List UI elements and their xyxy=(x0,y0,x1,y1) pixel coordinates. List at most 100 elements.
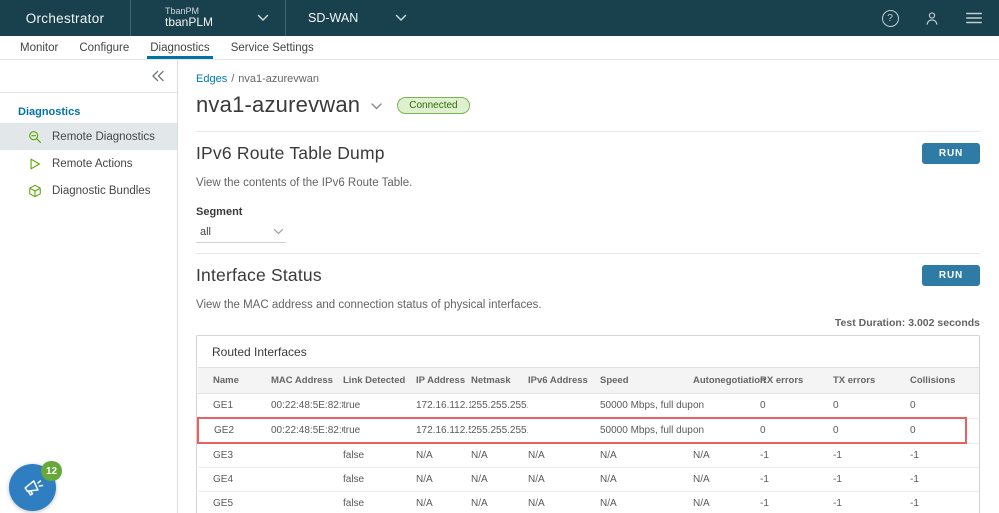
product-name: Orchestrator xyxy=(25,10,105,26)
segment-select-value: all xyxy=(200,226,212,238)
table-header-row: Name MAC Address Link Detected IP Address Ne… xyxy=(198,367,979,394)
tab-service-settings[interactable]: Service Settings xyxy=(231,36,314,59)
cell: N/A xyxy=(693,467,760,492)
cell: GE3 xyxy=(198,443,271,468)
collapse-sidebar-icon[interactable] xyxy=(151,70,165,82)
cell: 172.16.112.132 xyxy=(416,393,471,419)
table-row-ge1[interactable]: GE100:22:48:5E:82:84true172.16.112.13225… xyxy=(198,393,979,419)
cell: N/A xyxy=(416,467,471,492)
column-header-spacer xyxy=(966,367,979,394)
service-name: SD-WAN xyxy=(308,11,359,25)
sidebar-item-label: Remote Diagnostics xyxy=(52,130,155,143)
menu-icon[interactable] xyxy=(965,9,983,27)
main-nav-tabs: Monitor Configure Diagnostics Service Se… xyxy=(0,36,999,60)
table-row-ge2[interactable]: GE200:22:48:5E:82:6Atrue172.16.112.5255.… xyxy=(197,417,979,444)
cell: -1 xyxy=(760,491,833,513)
sidebar-item-label: Diagnostic Bundles xyxy=(52,184,151,197)
main-content: Edges / nva1-azurevwan nva1-azurevwan Conn… xyxy=(178,60,999,513)
package-icon xyxy=(28,184,42,198)
cell: on xyxy=(693,393,760,419)
table-row-ge3[interactable]: GE3 false N/A N/A N/A N/A N/A -1 -1 -1 xyxy=(198,443,979,468)
column-header-tx-errors: TX errors xyxy=(833,367,910,394)
cell: GE2 xyxy=(197,417,271,444)
cell-spacer xyxy=(966,467,979,492)
cell: N/A xyxy=(600,491,693,513)
sidebar-collapse-row xyxy=(0,60,177,93)
sidebar-item-remote-actions[interactable]: Remote Actions xyxy=(0,150,177,177)
cell: -1 xyxy=(833,467,910,492)
cell: -1 xyxy=(833,491,910,513)
megaphone-icon xyxy=(20,475,46,501)
cell: 50000 Mbps, full duplex xyxy=(600,393,693,419)
enterprise-switcher[interactable]: TbanPM tbanPLM xyxy=(131,0,285,36)
breadcrumb-current: nva1-azurevwan xyxy=(238,73,319,85)
cell: 0 xyxy=(760,393,833,419)
section-title-interface-status: Interface Status xyxy=(196,265,322,285)
run-ipv6-route-table-button[interactable]: RUN xyxy=(921,143,980,164)
segment-label: Segment xyxy=(196,206,243,218)
column-header-rx-errors: RX errors xyxy=(760,367,833,394)
cell: -1 xyxy=(833,443,910,468)
column-header-ipv6-address: IPv6 Address xyxy=(528,367,600,394)
section-description: View the contents of the IPv6 Route Tabl… xyxy=(196,177,413,189)
cell: N/A xyxy=(600,467,693,492)
user-icon[interactable] xyxy=(923,9,941,27)
run-interface-status-button[interactable]: RUN xyxy=(921,265,980,286)
cell: 0 xyxy=(833,417,910,444)
cell xyxy=(271,491,343,513)
cell: 0 xyxy=(760,417,833,444)
cell: 0 xyxy=(910,417,967,444)
cell: false xyxy=(343,491,416,513)
cell: N/A xyxy=(471,491,528,513)
tab-monitor[interactable]: Monitor xyxy=(20,36,58,59)
cell: 172.16.112.5 xyxy=(416,417,471,444)
test-duration-text: Test Duration: 3.002 seconds xyxy=(834,317,980,329)
table-row-ge4[interactable]: GE4 false N/A N/A N/A N/A N/A -1 -1 -1 xyxy=(198,467,979,492)
top-bar: Orchestrator TbanPM tbanPLM SD-WAN ? xyxy=(0,0,999,36)
chevron-down-icon xyxy=(273,228,284,236)
cell: N/A xyxy=(600,443,693,468)
section-title-ipv6-route-table-dump: IPv6 Route Table Dump xyxy=(196,143,385,163)
cell: GE5 xyxy=(198,491,271,513)
cell: N/A xyxy=(693,443,760,468)
sidebar-item-remote-diagnostics[interactable]: Remote Diagnostics xyxy=(0,123,177,150)
sidebar-item-diagnostic-bundles[interactable]: Diagnostic Bundles xyxy=(0,177,177,204)
notification-count-badge: 12 xyxy=(41,461,62,481)
cell: 50000 Mbps, full duplex xyxy=(600,417,693,444)
segment-select[interactable]: all xyxy=(196,224,286,243)
cell: N/A xyxy=(416,491,471,513)
cell: -1 xyxy=(760,467,833,492)
cell: 255.255.255.128 xyxy=(471,417,528,444)
tab-configure[interactable]: Configure xyxy=(79,36,129,59)
cell xyxy=(271,443,343,468)
service-switcher[interactable]: SD-WAN xyxy=(286,0,421,36)
cell: GE4 xyxy=(198,467,271,492)
cell: 00:22:48:5E:82:6A xyxy=(271,417,343,444)
section-divider xyxy=(196,131,980,132)
cell: 255.255.255.128 xyxy=(471,393,528,419)
cell-spacer xyxy=(966,417,979,444)
section-description: View the MAC address and connection stat… xyxy=(196,299,542,311)
edge-dropdown-icon[interactable] xyxy=(370,102,383,111)
table-title: Routed Interfaces xyxy=(212,345,307,359)
routed-interfaces-table: Name MAC Address Link Detected IP Address Ne… xyxy=(197,367,979,513)
table-row-ge5[interactable]: GE5 false N/A N/A N/A N/A N/A -1 -1 -1 xyxy=(198,491,979,513)
cell: N/A xyxy=(528,467,600,492)
tab-diagnostics[interactable]: Diagnostics xyxy=(147,36,214,59)
chevron-down-icon xyxy=(257,9,269,27)
play-icon xyxy=(28,157,42,171)
cell: -1 xyxy=(910,491,966,513)
magnifier-icon xyxy=(28,130,42,144)
column-header-speed: Speed xyxy=(600,367,693,394)
sidebar-item-label: Remote Actions xyxy=(52,157,133,170)
cell xyxy=(271,467,343,492)
cell: false xyxy=(343,443,416,468)
help-icon[interactable]: ? xyxy=(881,9,899,27)
cell: N/A xyxy=(528,443,600,468)
announcements-button[interactable]: 12 xyxy=(9,461,62,511)
cell: 00:22:48:5E:82:84 xyxy=(271,393,343,419)
cell: true xyxy=(343,417,416,444)
cell: -1 xyxy=(910,467,966,492)
chevron-down-icon xyxy=(395,11,407,25)
breadcrumb-edges-link[interactable]: Edges xyxy=(196,73,227,85)
